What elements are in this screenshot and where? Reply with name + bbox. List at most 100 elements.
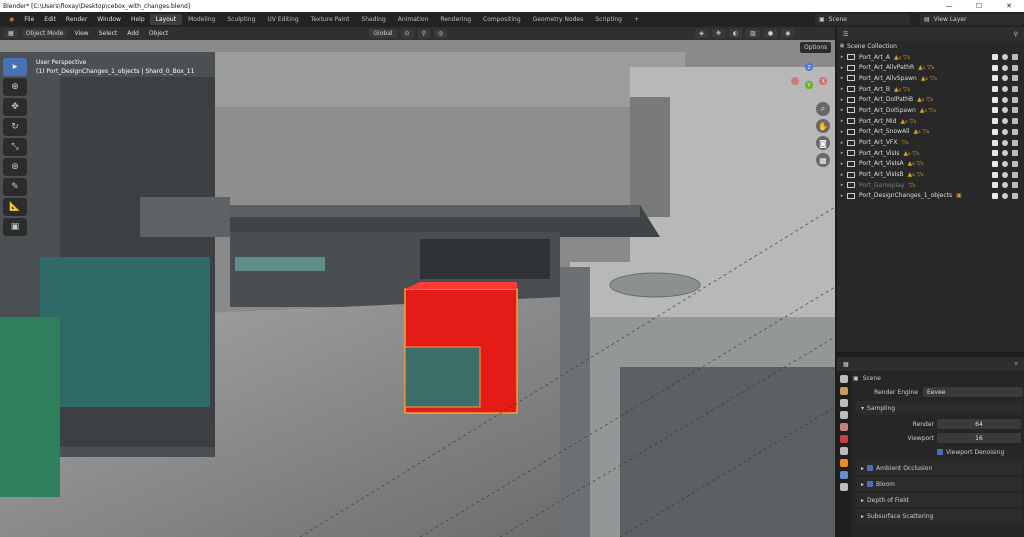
expand-arrow-icon[interactable]: ▸ — [837, 172, 847, 178]
menu-help[interactable]: Help — [126, 16, 150, 23]
expand-arrow-icon[interactable]: ▸ — [837, 129, 847, 135]
ao-checkbox[interactable] — [867, 465, 874, 471]
render-camera-icon[interactable] — [1012, 150, 1018, 157]
view-layer-selector[interactable]: ▤ View Layer — [920, 14, 1024, 25]
tab-compositing[interactable]: Compositing — [477, 14, 527, 25]
bloom-section[interactable]: ▸ Bloom — [855, 477, 1022, 491]
rotate-tool-icon[interactable]: ↻ — [3, 118, 27, 136]
move-tool-icon[interactable]: ✥ — [3, 98, 27, 116]
render-camera-icon[interactable] — [1012, 64, 1018, 71]
visibility-icon[interactable]: ◈ — [695, 29, 708, 38]
expand-arrow-icon[interactable]: ▸ — [837, 65, 847, 71]
outliner-collection-row[interactable]: ▸ Port_Art_AllvSpawn ▲₈ ▽₈ — [837, 73, 1024, 84]
menu-object[interactable]: Object — [146, 30, 172, 37]
depth-of-field-section[interactable]: ▸ Depth of Field — [855, 493, 1022, 507]
visibility-eye-icon[interactable] — [1002, 86, 1008, 93]
outliner-collection-row[interactable]: ▸ Port_Art_VisIsB ▲₈ ▽₈ — [837, 169, 1024, 180]
measure-tool-icon[interactable]: 📐 — [3, 198, 27, 216]
exclude-checkbox-icon[interactable] — [992, 182, 998, 189]
exclude-checkbox-icon[interactable] — [992, 139, 998, 146]
overlay-toggle-icon[interactable]: ◐ — [728, 29, 743, 38]
tab-layout[interactable]: Layout — [149, 14, 183, 25]
exclude-checkbox-icon[interactable] — [992, 96, 998, 103]
tab-geometry-nodes[interactable]: Geometry Nodes — [527, 14, 590, 25]
visibility-eye-icon[interactable] — [1002, 128, 1008, 135]
navigation-gizmo[interactable]: Y X Z — [785, 55, 833, 175]
render-camera-icon[interactable] — [1012, 182, 1018, 189]
object-tab-icon[interactable] — [840, 459, 848, 467]
visibility-eye-icon[interactable] — [1002, 150, 1008, 157]
snap-icon[interactable]: ⚲ — [417, 29, 430, 38]
menu-file[interactable]: File — [19, 16, 39, 23]
pivot-icon[interactable]: ⊙ — [400, 29, 414, 38]
tab-uv-editing[interactable]: UV Editing — [261, 14, 304, 25]
render-camera-icon[interactable] — [1012, 128, 1018, 135]
subsurface-section[interactable]: ▸ Subsurface Scattering — [855, 509, 1022, 523]
select-box-tool-icon[interactable]: ▸ — [3, 58, 27, 76]
menu-select[interactable]: Select — [96, 30, 121, 37]
world-tab-icon[interactable] — [840, 435, 848, 443]
render-camera-icon[interactable] — [1012, 54, 1018, 61]
bloom-checkbox[interactable] — [867, 481, 874, 487]
viewport-denoising-checkbox[interactable] — [937, 449, 943, 455]
close-button[interactable]: ✕ — [994, 0, 1024, 12]
ambient-occlusion-section[interactable]: ▸ Ambient Occlusion — [855, 461, 1022, 475]
exclude-checkbox-icon[interactable] — [992, 128, 998, 135]
options-button[interactable]: Options — [800, 42, 832, 53]
visibility-eye-icon[interactable] — [1002, 75, 1008, 82]
add-workspace-button[interactable]: + — [628, 14, 645, 25]
menu-edit[interactable]: Edit — [39, 16, 61, 23]
tab-animation[interactable]: Animation — [392, 14, 435, 25]
visibility-eye-icon[interactable] — [1002, 107, 1008, 114]
scale-tool-icon[interactable]: ⤡ — [3, 138, 27, 156]
tab-texture-paint[interactable]: Texture Paint — [305, 14, 356, 25]
visibility-eye-icon[interactable] — [1002, 160, 1008, 167]
outliner-collection-row[interactable]: ▸ Port_Art_VFX ▽₈ — [837, 137, 1024, 148]
menu-window[interactable]: Window — [92, 16, 126, 23]
shading-material-icon[interactable]: ◉ — [781, 29, 795, 38]
render-camera-icon[interactable] — [1012, 75, 1018, 82]
transform-tool-icon[interactable]: ⊛ — [3, 158, 27, 176]
render-camera-icon[interactable] — [1012, 96, 1018, 103]
render-camera-icon[interactable] — [1012, 107, 1018, 114]
scene-selector[interactable]: ▣ Scene — [815, 14, 910, 25]
minimize-button[interactable]: — — [934, 0, 964, 12]
visibility-eye-icon[interactable] — [1002, 171, 1008, 178]
outliner-collection-row[interactable]: ▸ Port_Art_DolSpawn ▲₈ ▽₈ — [837, 105, 1024, 116]
visibility-eye-icon[interactable] — [1002, 96, 1008, 103]
tab-modeling[interactable]: Modeling — [182, 14, 221, 25]
outliner-filter-icon[interactable]: ⚲ — [1014, 31, 1018, 38]
particles-tab-icon[interactable] — [840, 483, 848, 491]
visibility-eye-icon[interactable] — [1002, 118, 1008, 125]
render-camera-icon[interactable] — [1012, 86, 1018, 93]
render-camera-icon[interactable] — [1012, 160, 1018, 167]
output-tab-icon[interactable] — [840, 399, 848, 407]
outliner-collection-row[interactable]: ▸ Port_Art_B ▲₈ ▽₈ — [837, 84, 1024, 95]
exclude-checkbox-icon[interactable] — [992, 86, 998, 93]
menu-add[interactable]: Add — [124, 30, 142, 37]
outliner-collection-row[interactable]: ▸ Port_Art_A ▲₈ ▽₈ — [837, 52, 1024, 63]
properties-editor-icon[interactable]: ▦ — [843, 361, 849, 368]
editor-type-icon[interactable]: ▦ — [4, 29, 18, 38]
exclude-checkbox-icon[interactable] — [992, 171, 998, 178]
exclude-checkbox-icon[interactable] — [992, 160, 998, 167]
outliner-editor-icon[interactable]: ☰ — [843, 31, 848, 38]
scene-collection-row[interactable]: ▣ Scene Collection — [837, 41, 1024, 52]
outliner-collection-row[interactable]: ▸ Port_Art_Mid ▲₈ ▽₈ — [837, 116, 1024, 127]
visibility-eye-icon[interactable] — [1002, 139, 1008, 146]
visibility-eye-icon[interactable] — [1002, 192, 1008, 199]
exclude-checkbox-icon[interactable] — [992, 118, 998, 125]
render-samples-field[interactable]: 64 — [937, 419, 1021, 429]
exclude-checkbox-icon[interactable] — [992, 192, 998, 199]
outliner-collection-row[interactable]: ▸ Port_DesignChanges_1_objects ▣ — [837, 191, 1024, 202]
sampling-section[interactable]: ▾ Sampling — [855, 401, 1022, 415]
blender-logo-icon[interactable]: ◉ — [4, 16, 19, 23]
object-mode-select[interactable]: Object Mode — [21, 29, 68, 38]
render-engine-select[interactable]: Eevee — [923, 387, 1023, 397]
shading-solid-icon[interactable]: ● — [763, 29, 778, 38]
exclude-checkbox-icon[interactable] — [992, 54, 998, 61]
outliner-collection-row[interactable]: ▸ Port_Art_AllvPathR ▲₁ ▽₈ — [837, 62, 1024, 73]
3d-viewport[interactable] — [0, 27, 835, 537]
annotate-tool-icon[interactable]: ✎ — [3, 178, 27, 196]
viewport-samples-field[interactable]: 16 — [937, 433, 1021, 443]
